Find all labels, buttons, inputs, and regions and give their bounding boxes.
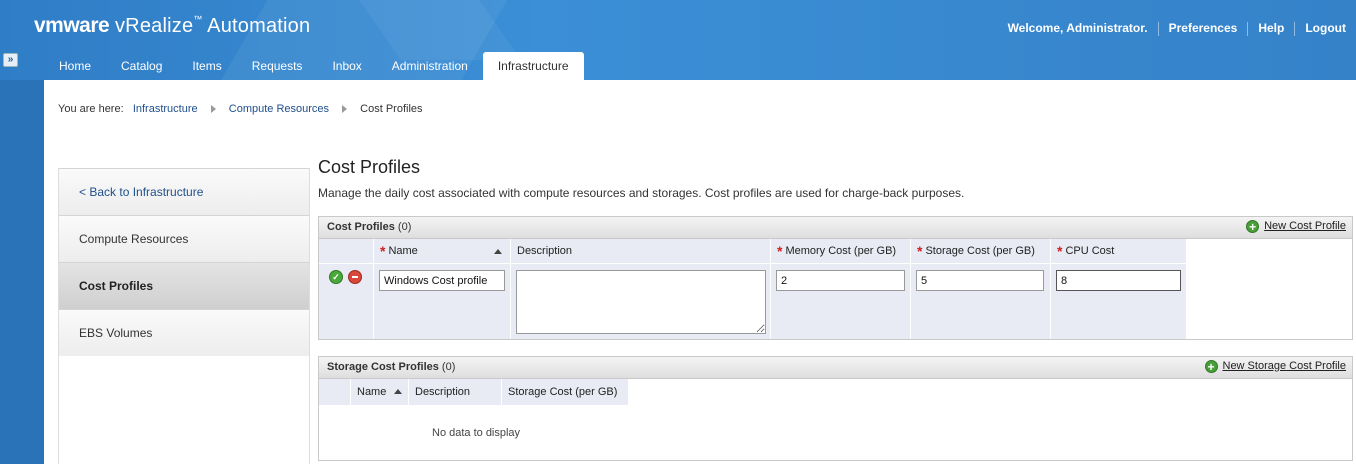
- required-icon: *: [777, 243, 783, 259]
- memory-cost-column-header[interactable]: * Memory Cost (per GB): [771, 239, 910, 264]
- welcome-text: Welcome, Administrator.: [1007, 21, 1148, 35]
- memory-cost-input[interactable]: [776, 270, 905, 291]
- storage-name-column-header[interactable]: Name: [351, 379, 409, 405]
- cost-profiles-table: ✓ *Name Description *Memory Cost (per GB…: [319, 239, 1186, 339]
- trademark: ™: [193, 14, 203, 24]
- memory-cost-column: * Memory Cost (per GB): [771, 239, 911, 339]
- brand-logo: vmware vRealize™ Automation: [34, 14, 310, 38]
- name-input[interactable]: [379, 270, 505, 291]
- description-textarea[interactable]: [516, 270, 766, 334]
- required-icon: *: [917, 243, 923, 259]
- storage-cost-column-label: Storage Cost (per GB): [925, 245, 1035, 257]
- name-column-header[interactable]: * Name: [374, 239, 510, 264]
- storage-cost-input[interactable]: [916, 270, 1044, 291]
- sort-ascending-icon: [394, 389, 402, 394]
- breadcrumb-cost-profiles: Cost Profiles: [360, 103, 423, 115]
- breadcrumb-prefix: You are here:: [58, 103, 124, 115]
- storage-cost-profiles-title: Storage Cost Profiles (0): [327, 361, 455, 373]
- breadcrumb-infrastructure[interactable]: Infrastructure: [133, 103, 198, 115]
- storage-cost-profiles-title-text: Storage Cost Profiles: [327, 361, 439, 373]
- app-header: vmware vRealize™ Automation Welcome, Adm…: [0, 0, 1356, 80]
- new-storage-cost-profile-label: New Storage Cost Profile: [1222, 360, 1347, 372]
- required-icon: *: [380, 243, 386, 259]
- storage-description-column-header[interactable]: Description: [409, 379, 502, 405]
- description-column-header[interactable]: Description: [511, 239, 770, 264]
- left-panel: < Back to Infrastructure Compute Resourc…: [58, 168, 310, 464]
- new-storage-cost-profile-button[interactable]: + New Storage Cost Profile: [1204, 360, 1347, 373]
- breadcrumb: You are here: Infrastructure Compute Res…: [58, 103, 423, 115]
- preferences-link[interactable]: Preferences: [1159, 21, 1248, 35]
- cpu-cost-column: * CPU Cost: [1051, 239, 1186, 339]
- storage-name-column-label: Name: [357, 386, 387, 398]
- description-column-label: Description: [517, 245, 573, 257]
- breadcrumb-compute-resources[interactable]: Compute Resources: [229, 103, 329, 115]
- add-icon: +: [1204, 360, 1218, 373]
- tab-inbox[interactable]: Inbox: [317, 52, 376, 80]
- help-link[interactable]: Help: [1248, 21, 1294, 35]
- user-links: Welcome, Administrator. Preferences Help Lo…: [998, 21, 1356, 36]
- storage-cost-profiles-header: Storage Cost Profiles (0) + New Storage C…: [319, 357, 1352, 379]
- breadcrumb-arrow-icon: [210, 105, 216, 114]
- new-cost-profile-button[interactable]: + New Cost Profile: [1246, 220, 1346, 233]
- storage-description-column-label: Description: [415, 386, 471, 398]
- save-row-icon[interactable]: ✓: [329, 270, 343, 284]
- storage-cost-profiles-count: (0): [441, 361, 456, 373]
- required-icon: *: [1057, 243, 1063, 259]
- storage-cost-column-header[interactable]: Storage Cost (per GB): [502, 379, 628, 405]
- left-item-compute-resources[interactable]: Compute Resources: [59, 215, 309, 262]
- tab-catalog[interactable]: Catalog: [106, 52, 177, 80]
- vmware-logo: vmware: [34, 14, 110, 37]
- storage-cost-column: * Storage Cost (per GB): [911, 239, 1051, 339]
- cpu-cost-column-header[interactable]: * CPU Cost: [1051, 239, 1186, 264]
- cost-profiles-grid: Cost Profiles (0) + New Cost Profile ✓ * N…: [318, 216, 1353, 340]
- cpu-cost-column-label: CPU Cost: [1065, 245, 1115, 257]
- name-column-label: Name: [388, 245, 418, 257]
- description-column: Description: [511, 239, 771, 339]
- actions-column: ✓: [319, 239, 374, 339]
- cost-profiles-title: Cost Profiles (0): [327, 221, 411, 233]
- page-description: Manage the daily cost associated with co…: [318, 186, 965, 200]
- left-item-ebs-volumes[interactable]: EBS Volumes: [59, 309, 309, 356]
- brand-suffix: Automation: [207, 15, 311, 37]
- cpu-cost-input[interactable]: [1056, 270, 1181, 291]
- left-item-cost-profiles[interactable]: Cost Profiles: [59, 262, 309, 309]
- storage-actions-column-header: [319, 379, 351, 405]
- tab-infrastructure[interactable]: Infrastructure: [482, 52, 584, 80]
- add-icon: +: [1246, 220, 1260, 233]
- cost-profiles-count: (0): [397, 221, 412, 233]
- content-area: You are here: Infrastructure Compute Res…: [44, 80, 1356, 464]
- storage-column-headers: Name Description Storage Cost (per GB): [319, 379, 628, 405]
- new-cost-profile-label: New Cost Profile: [1264, 220, 1346, 232]
- page-title: Cost Profiles: [318, 157, 421, 177]
- tab-items[interactable]: Items: [177, 52, 236, 80]
- cancel-row-icon[interactable]: [348, 270, 362, 284]
- no-data-message: No data to display: [432, 427, 521, 439]
- name-column: * Name: [374, 239, 511, 339]
- back-to-infrastructure-link[interactable]: < Back to Infrastructure: [59, 168, 309, 215]
- storage-cost-column-header[interactable]: * Storage Cost (per GB): [911, 239, 1050, 264]
- brand-product: vRealize: [114, 15, 194, 37]
- storage-cost-column-label: Storage Cost (per GB): [508, 386, 618, 398]
- expand-sidebar-icon[interactable]: »: [3, 53, 18, 67]
- cost-profiles-title-text: Cost Profiles: [327, 221, 395, 233]
- main-nav: Home Catalog Items Requests Inbox Admini…: [44, 52, 584, 80]
- logout-link[interactable]: Logout: [1295, 21, 1356, 35]
- memory-cost-column-label: Memory Cost (per GB): [785, 245, 897, 257]
- tab-requests[interactable]: Requests: [237, 52, 318, 80]
- cost-profiles-header: Cost Profiles (0) + New Cost Profile: [319, 217, 1352, 239]
- tab-administration[interactable]: Administration: [377, 52, 483, 80]
- storage-cost-profiles-grid: Storage Cost Profiles (0) + New Storage C…: [318, 356, 1353, 461]
- sort-ascending-icon: [494, 249, 502, 254]
- tab-home[interactable]: Home: [44, 52, 106, 80]
- actions-column-header: [319, 239, 373, 264]
- breadcrumb-arrow-icon: [342, 105, 348, 114]
